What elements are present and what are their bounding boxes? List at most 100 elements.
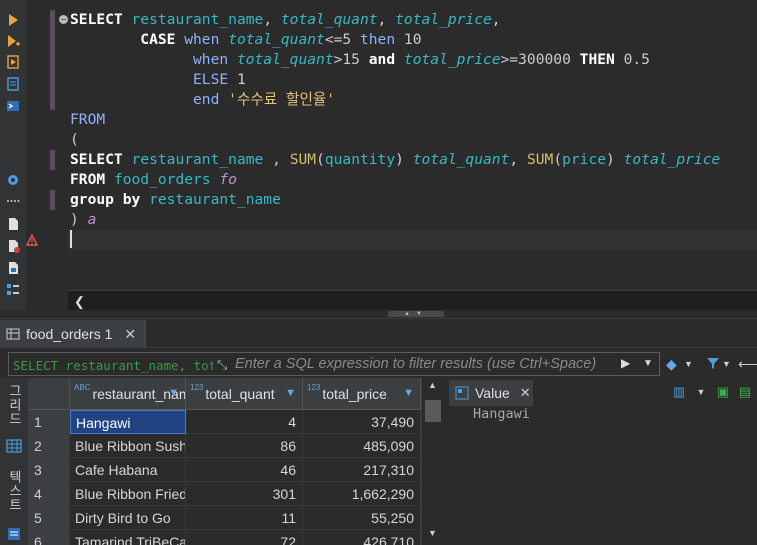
cell-total-quant[interactable]: 86 bbox=[186, 434, 303, 458]
cell-total-quant[interactable]: 4 bbox=[186, 410, 303, 434]
tab-label: Value bbox=[475, 385, 510, 401]
tab-value[interactable]: Value ✕ bbox=[449, 380, 533, 406]
sql-code[interactable]: SELECT restaurant_name, total_quant, tot… bbox=[68, 10, 757, 250]
code-token: FROM bbox=[70, 111, 106, 128]
code-line[interactable]: ) a bbox=[70, 210, 720, 230]
chevron-down-icon[interactable]: ▼ bbox=[693, 384, 709, 400]
view-grid-tab[interactable]: 그리드 bbox=[4, 384, 24, 426]
cell-restaurant-name[interactable]: Dirty Bird to Go bbox=[70, 506, 186, 530]
code-line[interactable]: when total_quant>15 and total_price>=300… bbox=[70, 50, 720, 70]
eraser-icon[interactable]: ◆ bbox=[666, 356, 677, 373]
console-icon[interactable] bbox=[5, 98, 21, 114]
sort-icon[interactable]: ▼ bbox=[285, 387, 296, 399]
grid-view-icon[interactable] bbox=[6, 438, 22, 454]
row-number[interactable]: 3 bbox=[28, 458, 70, 482]
editor-horizontal-scrollbar[interactable]: ❮ bbox=[68, 290, 757, 310]
code-token: price bbox=[562, 151, 607, 168]
sort-icon[interactable]: ▼ bbox=[403, 387, 414, 399]
close-icon[interactable]: ✕ bbox=[124, 326, 136, 343]
grid-corner[interactable] bbox=[28, 378, 70, 410]
execute-script-icon[interactable] bbox=[5, 54, 21, 70]
fold-toggle-icon[interactable]: − bbox=[59, 15, 68, 24]
cell-restaurant-name[interactable]: Cafe Habana bbox=[70, 458, 186, 482]
save-to-file-icon[interactable]: ▤ bbox=[737, 384, 753, 400]
results-grid[interactable]: ABCrestaurant_name▼123total_quant▼123tot… bbox=[28, 378, 421, 545]
sql-editor[interactable]: − SELECT restaurant_name, total_quant, t… bbox=[0, 0, 757, 290]
code-token: quantity bbox=[324, 151, 396, 168]
cell-restaurant-name[interactable]: Blue Ribbon Fried Chicken bbox=[70, 482, 186, 506]
cell-restaurant-name[interactable]: Blue Ribbon Sushi bbox=[70, 434, 186, 458]
code-token: >15 bbox=[333, 51, 369, 68]
code-line[interactable]: ELSE 1 bbox=[70, 70, 720, 90]
execute-new-tab-icon[interactable] bbox=[5, 33, 21, 49]
code-token: end bbox=[193, 91, 229, 108]
apply-filter-icon[interactable]: ▶ bbox=[621, 356, 630, 370]
export-icon[interactable] bbox=[5, 260, 21, 276]
code-line[interactable]: CASE when total_quant<=5 then 10 bbox=[70, 30, 720, 50]
code-token: 0.5 bbox=[623, 51, 650, 68]
scroll-thumb[interactable] bbox=[425, 400, 441, 422]
cell-restaurant-name[interactable]: Tamarind TriBeCa bbox=[70, 530, 186, 545]
code-line[interactable]: FROM food_orders fo bbox=[70, 170, 720, 190]
code-line[interactable]: SELECT restaurant_name, total_quant, tot… bbox=[70, 10, 720, 30]
cell-total-price[interactable]: 426,710 bbox=[303, 530, 421, 545]
code-line[interactable]: SELECT restaurant_name , SUM(quantity) t… bbox=[70, 150, 720, 170]
row-number[interactable]: 6 bbox=[28, 530, 70, 545]
cell-total-price[interactable]: 37,490 bbox=[303, 410, 421, 434]
column-header[interactable]: 123 total_price ▼ bbox=[303, 378, 421, 410]
cell-restaurant-name[interactable]: Hangawi bbox=[70, 410, 186, 434]
scroll-down-icon[interactable]: ▼ bbox=[428, 528, 437, 538]
close-icon[interactable]: ✕ bbox=[520, 385, 531, 401]
scroll-left-icon[interactable]: ❮ bbox=[74, 294, 85, 310]
code-token: food_orders bbox=[113, 171, 220, 188]
cell-total-price[interactable]: 485,090 bbox=[303, 434, 421, 458]
open-script-icon[interactable] bbox=[5, 238, 21, 254]
code-line[interactable]: FROM bbox=[70, 110, 720, 130]
cell-total-quant[interactable]: 46 bbox=[186, 458, 303, 482]
row-number[interactable]: 4 bbox=[28, 482, 70, 506]
filter-history-dropdown-icon[interactable]: ▼ bbox=[643, 358, 653, 369]
row-number[interactable]: 5 bbox=[28, 506, 70, 530]
scroll-up-icon[interactable]: ▲ bbox=[428, 380, 437, 390]
outline-icon[interactable] bbox=[5, 282, 21, 298]
cell-total-quant[interactable]: 11 bbox=[186, 506, 303, 530]
tab-food-orders-1[interactable]: food_orders 1 ✕ bbox=[0, 320, 146, 348]
expand-icon[interactable]: ⤡ bbox=[217, 357, 227, 373]
cell-total-price[interactable]: 1,662,290 bbox=[303, 482, 421, 506]
save-icon[interactable]: ▣ bbox=[715, 384, 731, 400]
cell-total-quant[interactable]: 301 bbox=[186, 482, 303, 506]
row-number[interactable]: 2 bbox=[28, 434, 70, 458]
grid-vertical-scrollbar[interactable]: ▲ ▼ bbox=[421, 378, 443, 545]
code-line[interactable]: end '수수료 할인율' bbox=[70, 90, 720, 110]
code-line[interactable] bbox=[70, 230, 720, 250]
text-view-icon[interactable] bbox=[6, 526, 22, 542]
column-header[interactable]: ABCrestaurant_name▼ bbox=[70, 378, 186, 410]
chevron-down-icon[interactable]: ▼ bbox=[684, 359, 693, 369]
content-viewer-icon[interactable]: ▥ bbox=[671, 384, 687, 400]
more-icon[interactable] bbox=[5, 193, 21, 209]
arrow-left-icon[interactable]: ⟵ bbox=[738, 356, 757, 373]
panel-splitter[interactable]: ▲▼ bbox=[0, 310, 757, 319]
splitter-grip-icon[interactable]: ▲▼ bbox=[388, 311, 444, 317]
cell-total-quant[interactable]: 72 bbox=[186, 530, 303, 545]
new-script-icon[interactable] bbox=[5, 216, 21, 232]
value-content: Hangawi bbox=[473, 406, 530, 422]
filter-input[interactable]: SELECT restaurant_name, total_quant, tot… bbox=[8, 352, 660, 376]
settings-icon[interactable] bbox=[5, 172, 21, 188]
code-token: >=300000 bbox=[500, 51, 580, 68]
sort-icon[interactable]: ▼ bbox=[168, 387, 179, 399]
cell-total-price[interactable]: 55,250 bbox=[303, 506, 421, 530]
code-token: restaurant_name bbox=[131, 11, 264, 28]
execute-statement-icon[interactable] bbox=[5, 12, 21, 28]
cell-total-price[interactable]: 217,310 bbox=[303, 458, 421, 482]
script-icon[interactable] bbox=[5, 76, 21, 92]
filter-icon[interactable] bbox=[706, 356, 720, 370]
view-text-tab[interactable]: 텍스트 bbox=[4, 470, 24, 512]
code-line[interactable]: group by restaurant_name bbox=[70, 190, 720, 210]
chevron-down-icon[interactable]: ▼ bbox=[722, 359, 731, 369]
column-header[interactable]: 123 total_quant ▼ bbox=[186, 378, 303, 410]
code-token: when bbox=[193, 51, 237, 68]
current-query-text: SELECT restaurant_name, total_quant, tot… bbox=[13, 358, 213, 373]
code-line[interactable]: ( bbox=[70, 130, 720, 150]
row-number[interactable]: 1 bbox=[28, 410, 70, 434]
